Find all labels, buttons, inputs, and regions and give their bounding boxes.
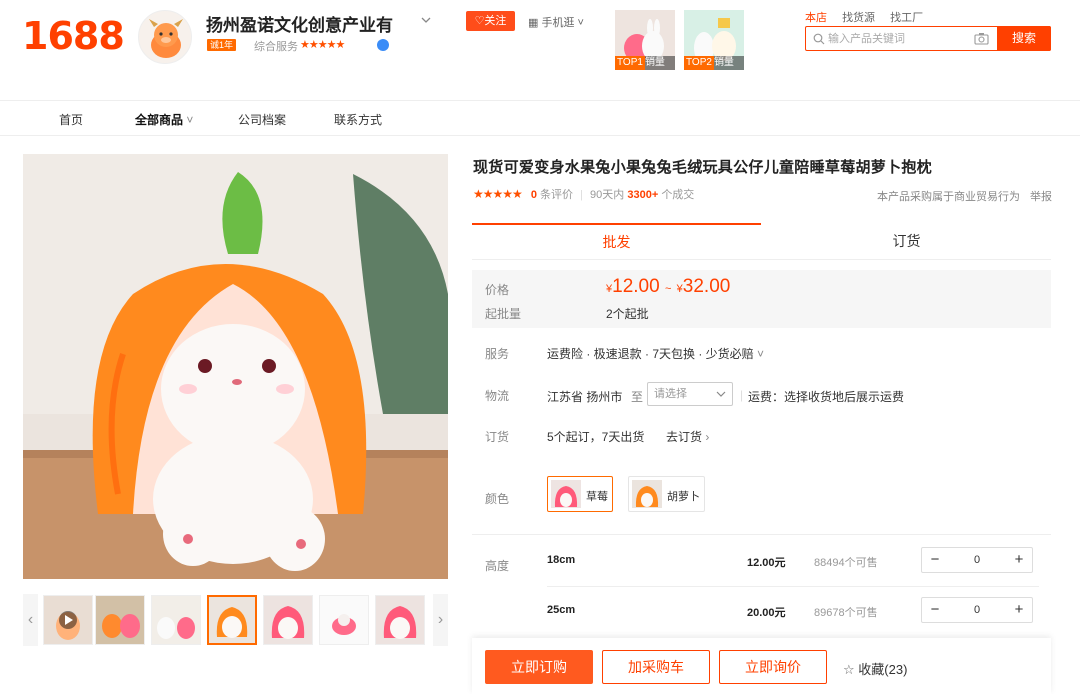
shop-service-label: 综合服务 bbox=[254, 41, 298, 53]
order-terms: 5个起订，7天出货 bbox=[547, 430, 645, 444]
add-to-cart-button[interactable]: 加采购车 bbox=[602, 650, 710, 684]
moq-label: 起批量 bbox=[485, 307, 522, 321]
quantity-stepper: − 0 + bbox=[921, 597, 1033, 623]
to-label: 至 bbox=[631, 390, 644, 404]
size-price: 12.00元 bbox=[747, 557, 786, 569]
chevron-down-icon: ˅ bbox=[753, 347, 765, 361]
mobile-shop-link[interactable]: ▦ 手机逛 ˅ bbox=[528, 14, 584, 30]
chevron-right-icon: › bbox=[702, 430, 710, 444]
chevron-down-icon: ˅ bbox=[183, 113, 194, 127]
quantity-stepper: − 0 + bbox=[921, 547, 1033, 573]
search-scope-tabs: 本店 找货源 找工厂 bbox=[805, 9, 935, 25]
report-link[interactable]: 举报 bbox=[1030, 188, 1052, 204]
thumbnail[interactable] bbox=[375, 595, 425, 645]
color-option-carrot[interactable]: 胡萝卜 bbox=[628, 476, 705, 512]
review-count[interactable]: 0 bbox=[531, 189, 537, 201]
shop-nav: 首页 全部商品 ˅ 公司档案 联系方式 bbox=[0, 100, 1080, 136]
trade-note: 本产品采购属于商业贸易行为 bbox=[877, 191, 1020, 203]
chevron-right-icon[interactable]: › bbox=[433, 594, 448, 646]
top-product-thumb[interactable]: TOP2 销量 bbox=[684, 10, 744, 70]
service-label: 服务 bbox=[485, 347, 510, 361]
verified-icon bbox=[377, 39, 389, 51]
logistics-label: 物流 bbox=[485, 389, 510, 403]
product-title: 现货可爱变身水果兔小果兔兔毛绒玩具公仔儿童陪睡草莓胡萝卜抱枕 bbox=[473, 158, 933, 176]
page-header: 1688 扬州盈诺文化创意产业有 诚1年 综合服务 ★★★★★ ♡关注 ▦ 手机… bbox=[0, 0, 1080, 100]
tab-wholesale[interactable]: 批发 bbox=[472, 223, 761, 260]
chevron-left-icon[interactable]: ‹ bbox=[23, 594, 38, 646]
increment-button[interactable]: + bbox=[1006, 598, 1032, 622]
size-name: 18cm bbox=[547, 554, 576, 566]
size-stock: 88494个可售 bbox=[814, 557, 878, 569]
top-rank-tag: TOP1 销量 bbox=[615, 56, 675, 70]
purchase-mode-tabs: 批发 订货 bbox=[472, 223, 1051, 260]
quantity-input[interactable]: 0 bbox=[948, 598, 1006, 622]
decrement-button[interactable]: − bbox=[922, 548, 948, 572]
deal-count: 3300+ bbox=[627, 189, 659, 201]
product-main-image[interactable] bbox=[23, 154, 448, 579]
nav-item-home[interactable]: 首页 bbox=[59, 111, 83, 128]
service-value[interactable]: 运费险 · 极速退款 · 7天包换 · 少货必赔 ˅ bbox=[547, 345, 764, 362]
quantity-input[interactable]: 0 bbox=[948, 548, 1006, 572]
search-tab-factory[interactable]: 找工厂 bbox=[890, 12, 923, 24]
top-rank-tag: TOP2 销量 bbox=[684, 56, 744, 70]
moq-value: 2个起批 bbox=[606, 307, 649, 321]
chevron-down-icon: ˅ bbox=[574, 17, 584, 29]
thumbnail[interactable] bbox=[263, 595, 313, 645]
color-label: 颜色 bbox=[485, 492, 510, 506]
shop-avatar[interactable] bbox=[138, 10, 192, 64]
search-tab-supply[interactable]: 找货源 bbox=[842, 12, 875, 24]
top-product-thumb[interactable]: TOP1 销量 bbox=[615, 10, 675, 70]
thumbnail[interactable] bbox=[151, 595, 201, 645]
star-icon: ☆ bbox=[843, 662, 859, 677]
color-option-strawberry[interactable]: 草莓 bbox=[547, 476, 613, 512]
shop-name[interactable]: 扬州盈诺文化创意产业有 bbox=[206, 11, 393, 36]
origin-location: 江苏省 扬州市 bbox=[547, 390, 623, 404]
nav-item-all-products[interactable]: 全部商品 ˅ bbox=[135, 111, 193, 128]
site-logo[interactable]: 1688 bbox=[22, 14, 125, 58]
thumbnail-video[interactable] bbox=[43, 595, 93, 645]
rating-row: ★★★★★ 0 条评价 | 90天内 3300+ 个成交 bbox=[473, 187, 695, 201]
follow-button[interactable]: ♡关注 bbox=[466, 11, 515, 31]
shop-year-badge: 诚1年 bbox=[207, 39, 237, 51]
color-swatch bbox=[632, 480, 662, 508]
favorite-button[interactable]: ☆ 收藏(23) bbox=[843, 659, 907, 678]
rating-stars: ★★★★★ bbox=[473, 187, 523, 201]
freight-text: 运费：选择收货地后展示运费 bbox=[748, 390, 905, 404]
price-range: ¥12.00 ~ ¥32.00 bbox=[606, 276, 731, 297]
chevron-down-icon bbox=[716, 391, 726, 397]
shop-rating-stars: ★★★★★ bbox=[300, 39, 345, 51]
buy-now-button[interactable]: 立即订购 bbox=[485, 650, 593, 684]
size-stock: 89678个可售 bbox=[814, 607, 878, 619]
thumbnail-selected[interactable] bbox=[207, 595, 257, 645]
order-link[interactable]: 去订货 › bbox=[666, 428, 709, 445]
nav-item-company-profile[interactable]: 公司档案 bbox=[238, 111, 286, 128]
search-icon bbox=[813, 33, 825, 45]
increment-button[interactable]: + bbox=[1006, 548, 1032, 572]
price-box: 价格 ¥12.00 ~ ¥32.00 起批量 2个起批 bbox=[472, 270, 1051, 328]
destination-select[interactable]: 请选择 bbox=[647, 382, 733, 406]
order-label: 订货 bbox=[485, 430, 510, 444]
size-name: 25cm bbox=[547, 604, 576, 616]
camera-icon[interactable] bbox=[974, 32, 989, 45]
nav-item-contact[interactable]: 联系方式 bbox=[334, 111, 382, 128]
action-bar: 立即订购 加采购车 立即询价 ☆ 收藏(23) bbox=[472, 638, 1051, 694]
color-swatch bbox=[551, 480, 581, 508]
qr-icon: ▦ bbox=[528, 17, 542, 29]
search-input[interactable] bbox=[828, 30, 978, 47]
price-label: 价格 bbox=[485, 283, 510, 297]
chevron-down-icon[interactable] bbox=[420, 14, 432, 26]
tab-order[interactable]: 订货 bbox=[762, 223, 1051, 260]
size-price: 20.00元 bbox=[747, 607, 786, 619]
thumbnail[interactable] bbox=[95, 595, 145, 645]
inquire-button[interactable]: 立即询价 bbox=[719, 650, 827, 684]
search-tab-shop[interactable]: 本店 bbox=[805, 12, 827, 24]
thumbnail[interactable] bbox=[319, 595, 369, 645]
search-button[interactable]: 搜索 bbox=[997, 26, 1051, 51]
thumbnail-strip: ‹ › bbox=[23, 594, 448, 646]
decrement-button[interactable]: − bbox=[922, 598, 948, 622]
search-box: 搜索 bbox=[805, 26, 1051, 51]
height-label: 高度 bbox=[485, 559, 510, 573]
